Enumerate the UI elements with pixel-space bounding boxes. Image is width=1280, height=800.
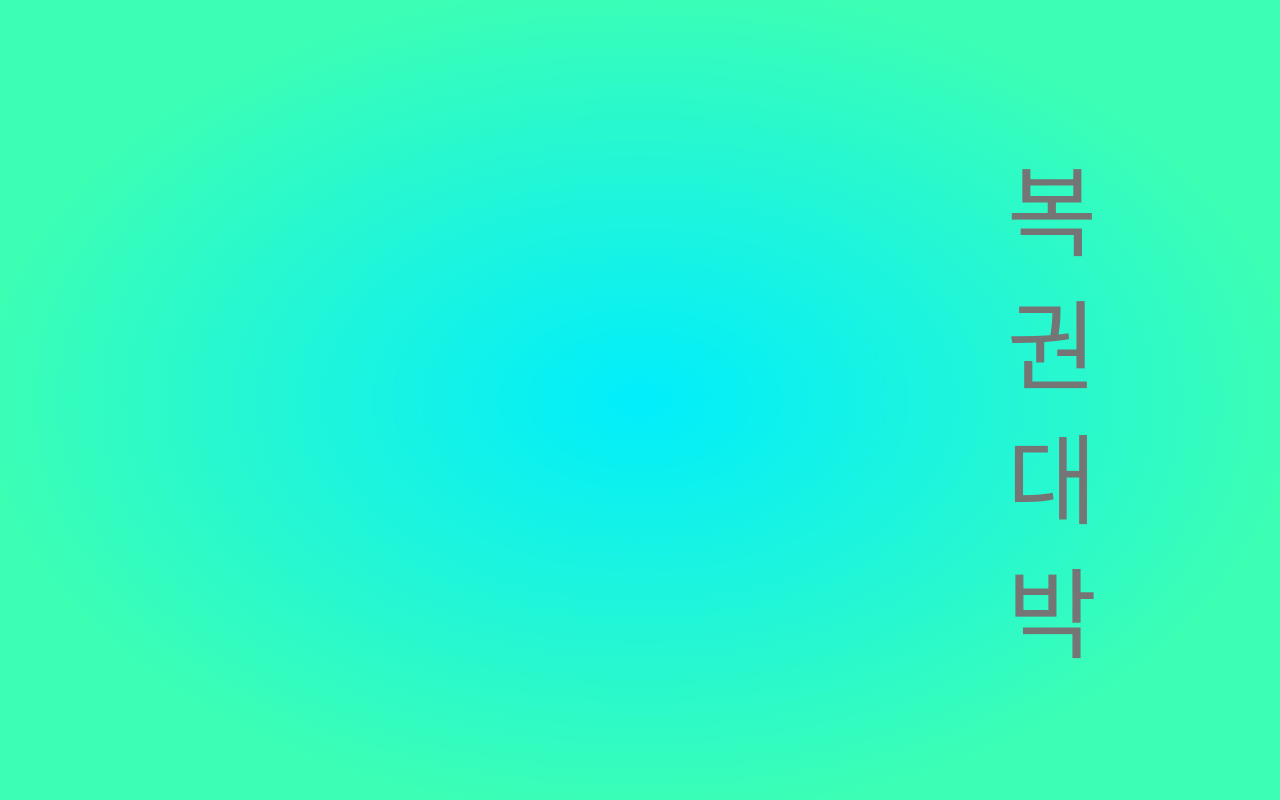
slogan-char-1: 복 — [1006, 158, 1098, 272]
gradient-background: 복 권 대 박 — [0, 0, 1280, 800]
slogan-char-2: 권 — [1006, 292, 1098, 406]
slogan-char-3: 대 — [1006, 426, 1098, 540]
slogan-char-4: 박 — [1006, 560, 1098, 674]
vertical-slogan: 복 권 대 박 — [1000, 148, 1104, 684]
